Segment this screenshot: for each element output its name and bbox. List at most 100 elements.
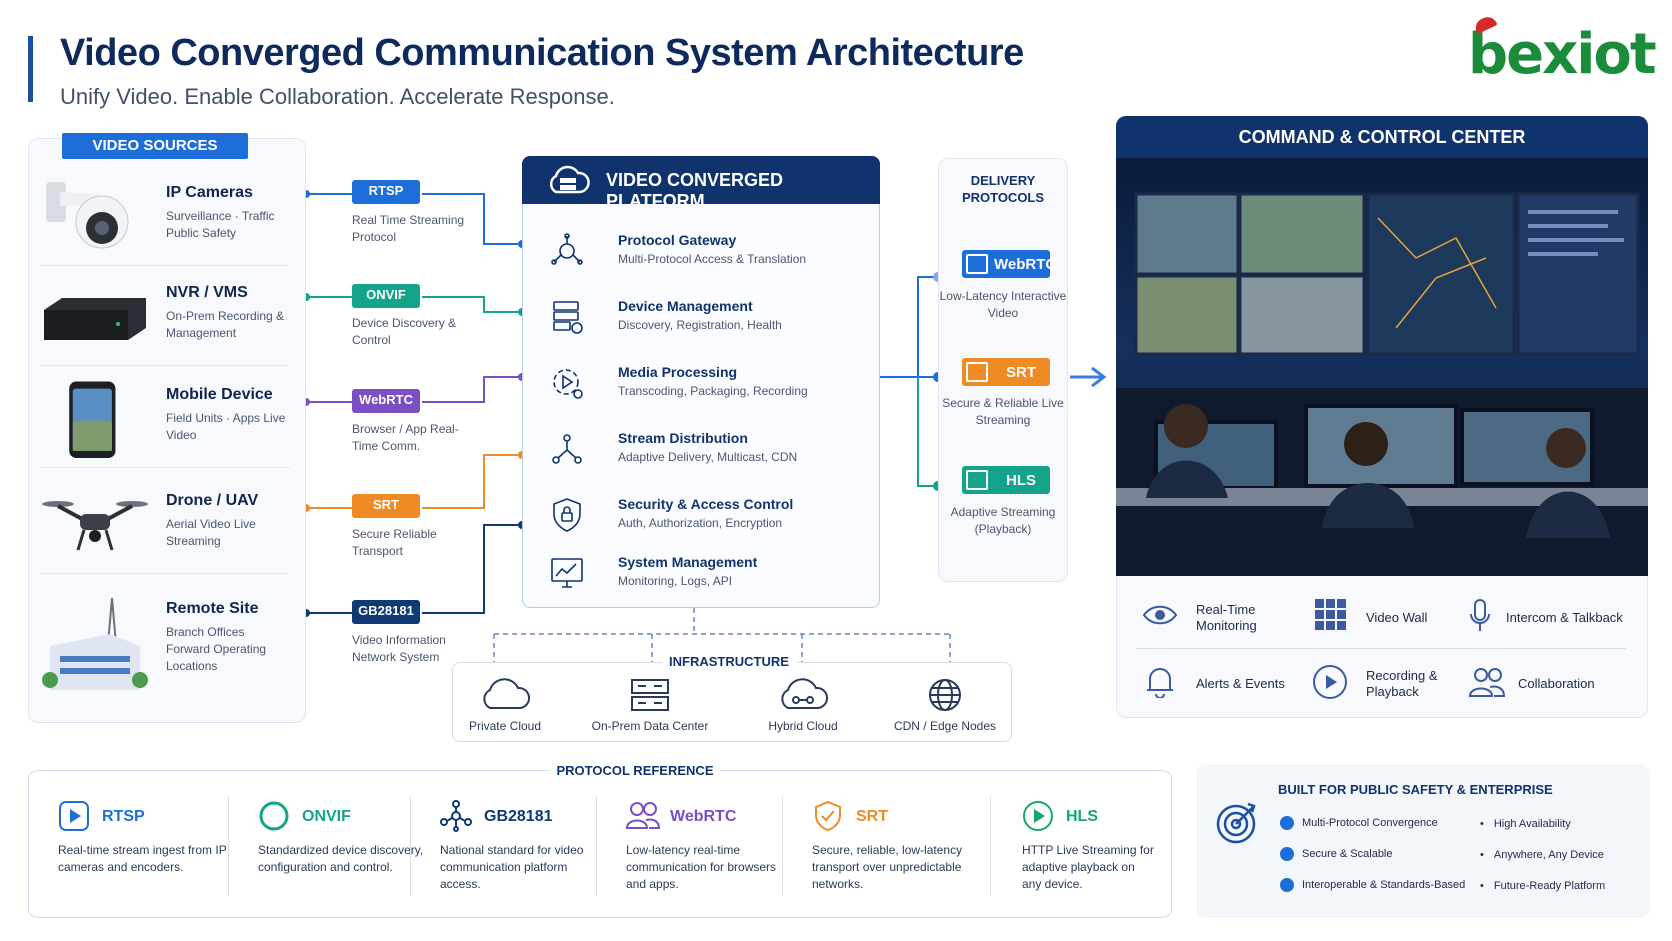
- remote-site-icon: [42, 597, 148, 690]
- source-name: NVR / VMS: [166, 284, 248, 301]
- ip-camera-icon: [46, 182, 129, 249]
- infra-private-cloud[interactable]: Private Cloud: [440, 678, 570, 733]
- platform-item-name: System Management: [618, 554, 758, 570]
- source-name: Drone / UAV: [166, 492, 259, 509]
- built-bullet-item: • Anywhere, Any Device: [1480, 849, 1604, 861]
- gear-play-icon: [553, 369, 583, 399]
- source-mobile-device[interactable]: Mobile Device Field Units · Apps Live Vi…: [40, 368, 290, 468]
- infra-cdn-edge-nodes[interactable]: CDN / Edge Nodes: [880, 678, 1010, 733]
- feature-intercom-talkback[interactable]: Intercom & Talkback: [1506, 610, 1623, 626]
- hybrid-cloud-icon: [781, 678, 828, 709]
- source-desc: Field Units · Apps Live Video: [166, 411, 286, 442]
- feature-video-wall[interactable]: Video Wall: [1366, 610, 1427, 626]
- users-icon: [1468, 668, 1506, 697]
- feature-alerts-events[interactable]: Alerts & Events: [1196, 676, 1285, 692]
- ref-desc: Real-time stream ingest from IP cameras …: [58, 843, 227, 874]
- source-ip-cameras[interactable]: IP Cameras Surveillance · Traffic Public…: [40, 166, 290, 266]
- monitor-chart-icon: [551, 558, 583, 588]
- ingest-chip-srt[interactable]: SRT: [352, 494, 420, 518]
- bell-icon: [1147, 668, 1173, 698]
- nvr-icon: [44, 298, 146, 340]
- grid-icon: [1315, 599, 1346, 630]
- source-name: Mobile Device: [166, 386, 273, 403]
- bullet-icon: •: [1480, 849, 1484, 861]
- ingest-chip-onvif[interactable]: ONVIF: [352, 284, 420, 308]
- ref-desc: Secure, reliable, low-latency transport …: [812, 843, 963, 891]
- command-center-photo: [1116, 158, 1648, 576]
- play-square-icon: [966, 254, 988, 274]
- gateway-icon: [551, 233, 583, 265]
- platform-item-desc: Adaptive Delivery, Multicast, CDN: [618, 450, 798, 464]
- source-drone-uav[interactable]: Drone / UAV Aerial Video Live Streaming: [40, 474, 290, 574]
- feature-divider: [1136, 648, 1626, 649]
- video-sources-heading: VIDEO SOURCES: [62, 133, 248, 159]
- platform-item-name: Security & Access Control: [618, 496, 794, 512]
- microphone-icon: [1470, 599, 1490, 631]
- ref-separator: [228, 796, 229, 896]
- delivery-chip-hls[interactable]: HLS: [962, 466, 1050, 494]
- built-check-label: Multi-Protocol Convergence: [1302, 816, 1438, 829]
- ref-name: SRT: [856, 808, 888, 825]
- feature-recording-playback[interactable]: Recording & Playback: [1366, 668, 1446, 700]
- delivery-heading: DELIVERY PROTOCOLS: [938, 172, 1068, 206]
- platform-item-name: Protocol Gateway: [618, 232, 737, 248]
- delivery-heading-line1: DELIVERY: [970, 173, 1036, 188]
- platform-protocol-gateway[interactable]: Protocol Gateway Multi-Protocol Access &…: [548, 228, 868, 288]
- infra-hybrid-cloud[interactable]: Hybrid Cloud: [738, 678, 868, 733]
- bullet-icon: •: [1480, 880, 1484, 892]
- platform-system-management[interactable]: System Management Monitoring, Logs, API: [548, 550, 868, 610]
- source-remote-site[interactable]: Remote Site Branch Offices Forward Opera…: [40, 584, 290, 704]
- ingest-chip-webrtc[interactable]: WebRTC: [352, 389, 420, 413]
- delivery-desc-webrtc: Low-Latency Interactive Video: [939, 289, 1067, 320]
- play-square-icon: [966, 470, 988, 490]
- ingest-desc-srt: Secure Reliable Transport: [352, 527, 437, 558]
- ref-desc: Standardized device discovery, configura…: [258, 843, 424, 874]
- platform-device-management[interactable]: Device Management Discovery, Registratio…: [548, 294, 868, 354]
- delivery-chip-label: HLS: [1006, 472, 1036, 489]
- platform-item-desc: Auth, Authorization, Encryption: [618, 516, 783, 530]
- cloud-server-icon: [549, 165, 590, 194]
- ref-separator: [410, 796, 411, 896]
- built-bullet-label: Anywhere, Any Device: [1493, 849, 1604, 861]
- play-circle-icon: [1023, 801, 1053, 831]
- ref-desc: Low-latency real-time communication for …: [626, 843, 777, 891]
- platform-security-access[interactable]: Security & Access Control Auth, Authoriz…: [548, 492, 868, 552]
- delivery-desc-hls: Adaptive Streaming (Playback): [950, 505, 1056, 536]
- feature-collaboration[interactable]: Collaboration: [1518, 676, 1595, 692]
- platform-item-desc: Discovery, Registration, Health: [618, 318, 782, 332]
- people-icon: [626, 802, 660, 829]
- built-for-heading: BUILT FOR PUBLIC SAFETY & ENTERPRISE: [1278, 782, 1553, 797]
- delivery-chip-srt[interactable]: SRT: [962, 358, 1050, 386]
- ref-desc: HTTP Live Streaming for adaptive playbac…: [1022, 843, 1154, 891]
- infrastructure-heading: INFRASTRUCTURE: [662, 654, 796, 672]
- ingest-desc-gb28181: Video Information Network System: [352, 633, 446, 664]
- ingest-chip-rtsp[interactable]: RTSP: [352, 180, 420, 204]
- shield-lock-icon: [553, 498, 581, 532]
- delivery-heading-line2: PROTOCOLS: [961, 190, 1045, 205]
- infra-label: Hybrid Cloud: [768, 719, 838, 733]
- check-icon: [1280, 847, 1294, 861]
- delivery-chip-label: WebRTC: [994, 256, 1057, 273]
- platform-media-processing[interactable]: Media Processing Transcoding, Packaging,…: [548, 360, 868, 420]
- delivery-chip-label: SRT: [1006, 364, 1036, 381]
- globe-icon: [929, 679, 961, 711]
- source-desc: Surveillance · Traffic Public Safety: [166, 209, 275, 240]
- ingest-chip-gb28181[interactable]: GB28181: [352, 600, 420, 624]
- platform-item-name: Media Processing: [618, 364, 738, 380]
- platform-item-desc: Monitoring, Logs, API: [618, 574, 733, 588]
- feature-real-time-monitoring[interactable]: Real-Time Monitoring: [1196, 602, 1276, 634]
- command-center-heading: COMMAND & CONTROL CENTER: [1116, 116, 1648, 158]
- infra-on-prem-data-center[interactable]: On-Prem Data Center: [585, 678, 715, 733]
- built-check-item: Secure & Scalable: [1280, 847, 1393, 861]
- source-desc: Branch Offices Forward Operating Locatio…: [166, 625, 267, 673]
- network-icon: [552, 434, 582, 464]
- platform-stream-distribution[interactable]: Stream Distribution Adaptive Delivery, M…: [548, 426, 868, 486]
- lock-icon: [966, 362, 988, 382]
- ref-name: GB28181: [484, 808, 553, 825]
- source-nvr-vms[interactable]: NVR / VMS On-Prem Recording & Management: [40, 266, 290, 366]
- built-check-item: Interoperable & Standards-Based: [1280, 878, 1465, 892]
- delivery-chip-webrtc[interactable]: WebRTC: [962, 250, 1056, 278]
- control-room-illustration: [1116, 192, 1648, 576]
- platform-item-name: Stream Distribution: [618, 430, 748, 446]
- infra-label: On-Prem Data Center: [591, 719, 709, 733]
